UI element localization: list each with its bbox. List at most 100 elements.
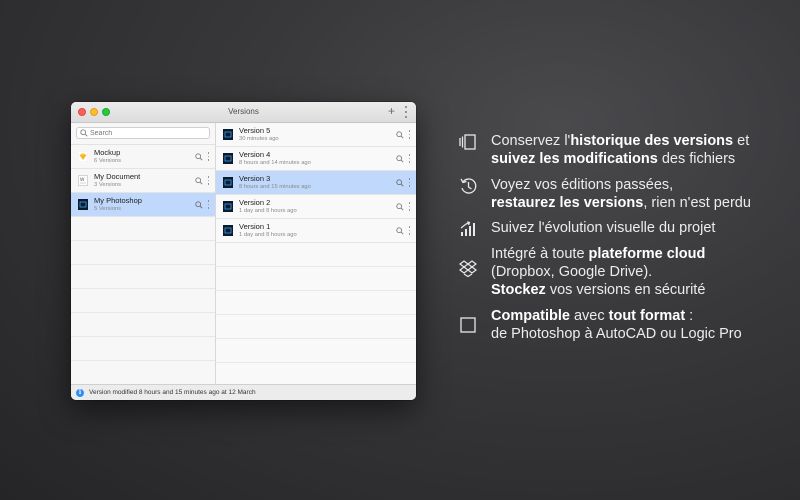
version-time: 30 minutes ago — [239, 135, 279, 142]
photoshop-file-icon — [223, 177, 233, 188]
version-name: Version 5 — [239, 125, 271, 135]
version-name: Version 1 — [239, 221, 271, 231]
more-options-icon[interactable] — [408, 154, 411, 163]
feature-text: (Dropbox, Google Drive). — [491, 264, 653, 280]
photoshop-file-icon — [78, 199, 88, 210]
feature-text: : — [685, 308, 694, 324]
status-text: Version modified 8 hours and 15 minutes … — [89, 389, 256, 396]
photoshop-file-icon — [223, 129, 233, 140]
version-time: 8 hours and 14 minutes ago — [239, 159, 311, 166]
feature-visual: Suivez l'évolution visuelle du projet — [458, 219, 791, 239]
version-row[interactable]: Version 1 1 day and 8 hours ago — [216, 219, 416, 243]
version-name: Version 3 — [239, 173, 271, 183]
empty-row — [216, 291, 416, 315]
empty-row — [216, 243, 416, 267]
search-icon[interactable] — [195, 200, 203, 209]
file-row-mockup[interactable]: Mockup 6 Versions — [71, 145, 215, 169]
file-version-count: 3 Versions — [94, 181, 122, 188]
search-icon[interactable] — [396, 154, 404, 163]
file-version-count: 6 Versions — [94, 157, 122, 164]
feature-text: de Photoshop à AutoCAD ou Logic Pro — [491, 326, 742, 342]
search-icon[interactable] — [396, 202, 404, 211]
empty-row — [71, 289, 215, 313]
search-icon[interactable] — [396, 178, 404, 187]
svg-text:W: W — [80, 177, 85, 183]
versions-stack-icon — [459, 134, 476, 150]
feature-text: vos versions en sécurité — [545, 282, 706, 298]
empty-row — [216, 339, 416, 363]
version-time: 1 day and 8 hours ago — [239, 207, 297, 214]
file-version-count: 5 Versions — [94, 205, 122, 212]
feature-emphasis: restaurez les versions — [491, 195, 644, 211]
search-icon[interactable] — [396, 226, 404, 235]
versions-window: Versions + Mockup 6 Versions — [71, 102, 416, 400]
search-field-container[interactable] — [76, 127, 210, 139]
empty-row — [216, 267, 416, 291]
more-options-icon[interactable] — [207, 176, 210, 185]
status-bar: i Version modified 8 hours and 15 minute… — [71, 384, 416, 400]
sketch-file-icon — [78, 151, 88, 162]
photoshop-file-icon — [223, 225, 233, 236]
version-row[interactable]: Version 4 8 hours and 14 minutes ago — [216, 147, 416, 171]
search-icon[interactable] — [195, 152, 203, 161]
feature-history: Conservez l'historique des versions et s… — [458, 132, 791, 168]
file-name: Mockup — [94, 147, 121, 157]
photoshop-file-icon — [223, 201, 233, 212]
empty-row — [216, 315, 416, 339]
feature-text: Suivez l'évolution visuelle du projet — [491, 220, 716, 236]
version-list-pane: Version 5 30 minutes ago Version 4 8 hou… — [216, 123, 416, 384]
more-options-icon[interactable] — [408, 202, 411, 211]
file-name: My Document — [94, 171, 141, 181]
feature-format: Compatible avec tout format : de Photosh… — [458, 307, 791, 343]
more-options-icon[interactable] — [408, 178, 411, 187]
more-options-icon[interactable] — [207, 152, 210, 161]
add-version-button[interactable]: + — [388, 105, 395, 117]
more-options-icon[interactable] — [207, 200, 210, 209]
version-row[interactable]: Version 2 1 day and 8 hours ago — [216, 195, 416, 219]
feature-text: Voyez vos éditions passées, — [491, 177, 674, 193]
growth-chart-icon — [460, 221, 475, 236]
empty-row — [71, 265, 215, 289]
feature-text: Intégré à toute — [491, 246, 589, 262]
empty-row — [71, 241, 215, 265]
file-list-pane: Mockup 6 Versions W My Document 3 Versio… — [71, 123, 216, 384]
search-input[interactable] — [90, 129, 190, 137]
window-title: Versions — [228, 107, 259, 116]
feature-emphasis: historique des versions — [570, 133, 734, 149]
more-options-button[interactable] — [404, 106, 408, 118]
feature-emphasis: Compatible — [491, 308, 570, 324]
feature-emphasis: plateforme cloud — [588, 246, 706, 262]
version-time: 8 hours and 15 minutes ago — [239, 183, 311, 190]
text-file-icon: W — [78, 175, 88, 186]
empty-row — [71, 337, 215, 361]
history-clock-icon — [460, 178, 477, 194]
feature-restore: Voyez vos éditions passées, restaurez le… — [458, 176, 791, 212]
file-row-my-document[interactable]: W My Document 3 Versions — [71, 169, 215, 193]
feature-emphasis: suivez les modifications — [491, 151, 658, 167]
feature-text: et — [733, 133, 750, 149]
title-bar: Versions + — [71, 102, 416, 123]
feature-cloud: Intégré à toute plateforme cloud (Dropbo… — [458, 245, 791, 299]
empty-row — [71, 217, 215, 241]
search-icon[interactable] — [195, 176, 203, 185]
content-panes: Mockup 6 Versions W My Document 3 Versio… — [71, 123, 416, 384]
file-row-my-photoshop[interactable]: My Photoshop 5 Versions — [71, 193, 215, 217]
search-icon[interactable] — [396, 130, 404, 139]
feature-text: , rien n'est perdu — [643, 195, 751, 211]
more-options-icon[interactable] — [408, 130, 411, 139]
version-row-selected[interactable]: Version 3 8 hours and 15 minutes ago — [216, 171, 416, 195]
more-options-icon[interactable] — [408, 226, 411, 235]
version-row[interactable]: Version 5 30 minutes ago — [216, 123, 416, 147]
version-name: Version 4 — [239, 149, 271, 159]
info-icon: i — [76, 388, 84, 397]
dropbox-icon — [459, 260, 477, 278]
file-name: My Photoshop — [94, 195, 142, 205]
square-icon — [460, 317, 476, 333]
feature-emphasis: tout format — [608, 308, 686, 324]
feature-text: avec — [569, 308, 609, 324]
empty-row — [71, 313, 215, 337]
version-name: Version 2 — [239, 197, 271, 207]
photoshop-file-icon — [223, 153, 233, 164]
feature-text: des fichiers — [657, 151, 736, 167]
version-time: 1 day and 8 hours ago — [239, 231, 297, 238]
